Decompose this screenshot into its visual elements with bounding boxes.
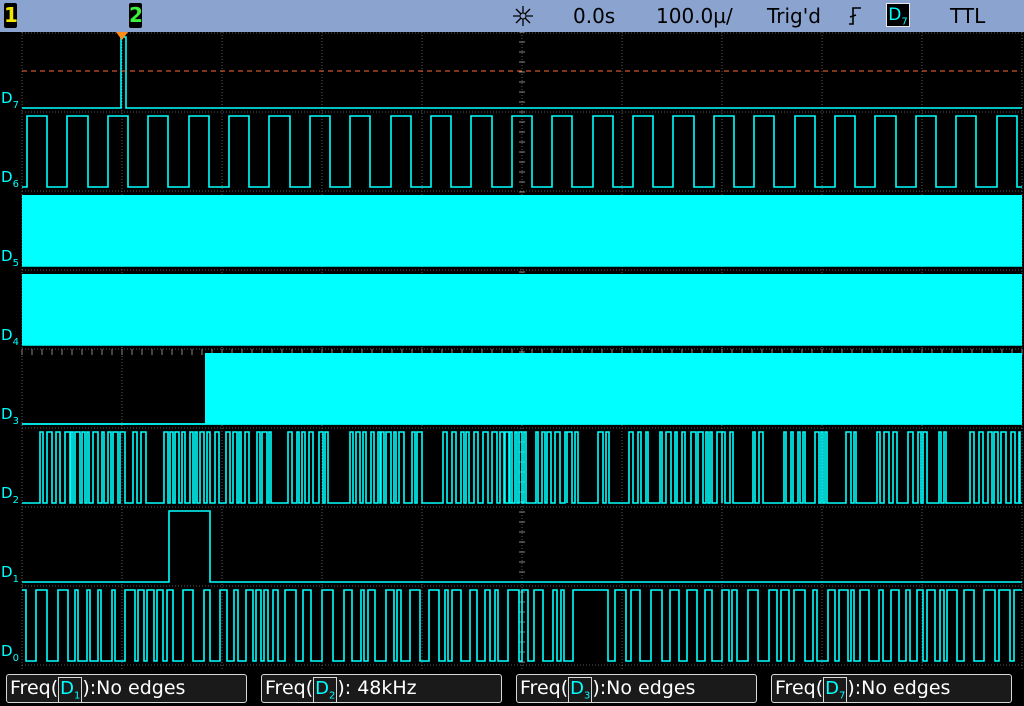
measurement-value: ):No edges bbox=[592, 677, 696, 699]
channel-label-d4: D4 bbox=[1, 326, 19, 348]
channel-label-d5: D5 bbox=[1, 247, 19, 269]
trace-d0 bbox=[22, 589, 1022, 662]
trace-d3 bbox=[205, 353, 1022, 424]
measurement-freq-d1[interactable]: Freq(D1):No edges bbox=[6, 674, 247, 703]
rising-edge-icon[interactable] bbox=[847, 6, 863, 26]
measurement-value: ):No edges bbox=[82, 677, 186, 699]
measurement-bar: Freq(D1):No edges Freq(D2): 48kHz Freq(D… bbox=[0, 671, 1024, 706]
measurement-freq-d3[interactable]: Freq(D3):No edges bbox=[516, 674, 757, 703]
trigger-source-subscript: 7 bbox=[901, 16, 908, 28]
acquire-starburst-icon bbox=[513, 6, 533, 26]
measurement-prefix: Freq( bbox=[265, 677, 314, 699]
measurement-source: D1 bbox=[58, 677, 83, 702]
channel-1-indicator[interactable]: 1 bbox=[4, 3, 18, 28]
graticule bbox=[21, 32, 1023, 671]
trigger-source-letter: D bbox=[888, 5, 902, 25]
measurement-source: D2 bbox=[313, 677, 338, 702]
trigger-source-badge[interactable]: D7 bbox=[886, 3, 910, 27]
measurement-value: ):No edges bbox=[847, 677, 951, 699]
measurement-source: D3 bbox=[568, 677, 593, 702]
measurement-prefix: Freq( bbox=[10, 677, 59, 699]
channel-label-d3: D3 bbox=[1, 405, 19, 427]
trace-d5 bbox=[22, 195, 1022, 266]
channel-label-d2: D2 bbox=[1, 484, 19, 506]
time-offset[interactable]: 0.0s bbox=[573, 3, 615, 29]
channel-labels: D7 D6 D5 D4 D3 D2 D1 D0 bbox=[1, 89, 19, 664]
measurement-freq-d7[interactable]: Freq(D7):No edges bbox=[771, 674, 1012, 703]
channel-label-d6: D6 bbox=[1, 168, 19, 190]
measurement-source: D7 bbox=[823, 677, 848, 702]
channel-label-d7: D7 bbox=[1, 89, 19, 111]
waveform-display[interactable]: D7 D6 D5 D4 D3 D2 D1 D0 bbox=[0, 32, 1024, 671]
channel-2-indicator[interactable]: 2 bbox=[129, 3, 143, 28]
measurement-prefix: Freq( bbox=[775, 677, 824, 699]
measurement-prefix: Freq( bbox=[520, 677, 569, 699]
status-bar-top: 1 2 0.0s 100.0µ/ Trig'd D7 TTL bbox=[0, 0, 1024, 32]
trigger-level[interactable]: TTL bbox=[950, 3, 985, 29]
measurement-freq-d2[interactable]: Freq(D2): 48kHz bbox=[261, 674, 502, 703]
measurement-value: ): 48kHz bbox=[337, 677, 417, 699]
trace-d4 bbox=[22, 274, 1022, 345]
channel-label-d1: D1 bbox=[1, 563, 19, 585]
time-scale[interactable]: 100.0µ/ bbox=[656, 3, 733, 29]
trigger-status: Trig'd bbox=[767, 4, 821, 28]
trace-d2 bbox=[22, 431, 1022, 504]
channel-label-d0: D0 bbox=[1, 642, 19, 664]
